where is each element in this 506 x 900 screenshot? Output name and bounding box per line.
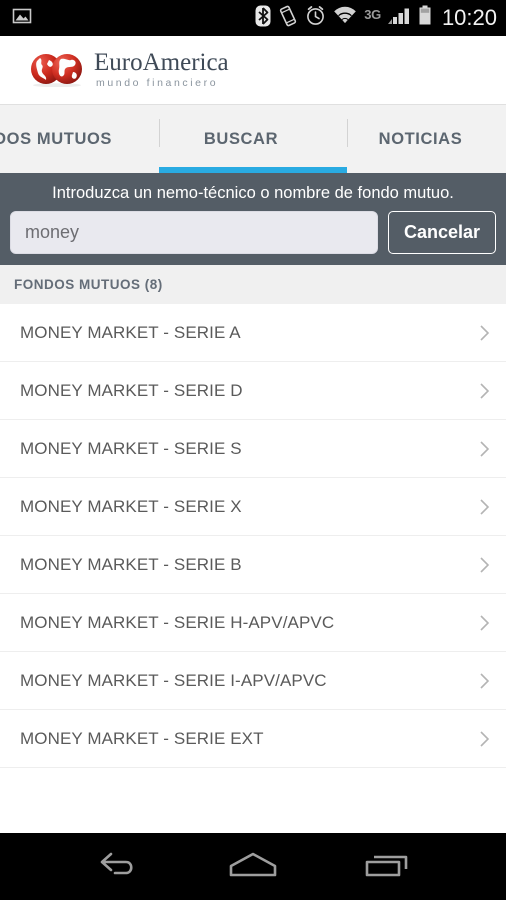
chevron-right-icon (478, 497, 492, 517)
fund-name: MONEY MARKET - SERIE D (20, 380, 243, 400)
fund-name: MONEY MARKET - SERIE EXT (20, 728, 264, 748)
recents-icon (362, 849, 412, 884)
status-bar-left (12, 6, 32, 31)
search-hint-label: Introduzca un nemo-técnico o nombre de f… (52, 184, 454, 202)
active-tab-indicator (159, 167, 347, 173)
fund-name: MONEY MARKET - SERIE H-APV/APVC (20, 612, 335, 632)
chevron-right-icon (478, 323, 492, 343)
chevron-right-icon (478, 671, 492, 691)
list-item[interactable]: MONEY MARKET - SERIE A (0, 304, 506, 363)
fund-results-list: MONEY MARKET - SERIE A MONEY MARKET - SE… (0, 304, 506, 833)
fund-name: MONEY MARKET - SERIE S (20, 438, 242, 458)
list-item[interactable]: MONEY MARKET - SERIE S (0, 420, 506, 479)
home-icon (226, 849, 280, 884)
app-header: EuroAmerica mundo financiero (0, 36, 506, 105)
home-button[interactable] (223, 844, 283, 890)
tab-fondos-mutuos[interactable]: FONDOS MUTUOS (0, 105, 147, 173)
list-item[interactable]: MONEY MARKET - SERIE X (0, 478, 506, 537)
list-item[interactable]: MONEY MARKET - SERIE EXT (0, 710, 506, 769)
tab-bar[interactable]: FONDOS MUTUOS BUSCAR NOTICIAS (0, 105, 506, 173)
list-item[interactable]: MONEY MARKET - SERIE H-APV/APVC (0, 594, 506, 653)
tab-buscar[interactable]: BUSCAR (147, 105, 335, 173)
status-bar-right: 3G 10:20 (255, 5, 497, 32)
search-row: Cancelar (10, 211, 496, 255)
search-input[interactable] (10, 211, 378, 255)
search-bar: Introduzca un nemo-técnico o nombre de f… (0, 173, 506, 266)
brand-logo: EuroAmerica mundo financiero (30, 50, 229, 91)
list-item[interactable]: MONEY MARKET - SERIE I-APV/APVC (0, 652, 506, 711)
image-icon (12, 6, 32, 31)
battery-icon (418, 5, 432, 31)
chevron-right-icon (478, 381, 492, 401)
tab-label: NOTICIAS (378, 129, 463, 148)
results-section-title: FONDOS MUTUOS (8) (14, 277, 163, 293)
cancel-button[interactable]: Cancelar (387, 211, 496, 255)
list-item[interactable]: MONEY MARKET - SERIE D (0, 362, 506, 421)
fund-name: MONEY MARKET - SERIE X (20, 496, 242, 516)
fund-name: MONEY MARKET - SERIE B (20, 554, 242, 574)
vibrate-icon (278, 5, 298, 32)
list-item[interactable]: MONEY MARKET - SERIE B (0, 536, 506, 595)
bluetooth-icon (255, 5, 271, 32)
clock-label: 10:20 (441, 5, 497, 30)
back-button[interactable] (89, 844, 149, 890)
signal-icon (387, 6, 411, 31)
fund-name: MONEY MARKET - SERIE A (20, 322, 241, 342)
tab-divider (159, 119, 160, 147)
status-bar: 3G 10:20 (0, 0, 506, 36)
app-root: 3G 10:20 EuroAmerica mundo financiero DO… (0, 0, 506, 900)
tab-noticias[interactable]: NOTICIAS (335, 105, 506, 173)
alarm-icon (305, 5, 326, 31)
results-section-header: FONDOS MUTUOS (8) (0, 265, 506, 305)
brand-tagline: mundo financiero (96, 76, 219, 89)
brand-name: EuroAmerica (94, 48, 229, 76)
tab-label: FONDOS MUTUOS (0, 129, 112, 148)
chevron-right-icon (478, 439, 492, 459)
recents-button[interactable] (357, 844, 417, 890)
chevron-right-icon (478, 729, 492, 749)
back-icon (95, 849, 143, 884)
tab-divider (347, 119, 348, 147)
android-nav-bar (0, 833, 506, 900)
brand-text: EuroAmerica mundo financiero (94, 50, 229, 91)
chevron-right-icon (478, 555, 492, 575)
tab-label: BUSCAR (203, 129, 279, 148)
fund-name: MONEY MARKET - SERIE I-APV/APVC (20, 670, 327, 690)
euroamerica-globes-logo-icon (30, 53, 85, 88)
network-type-label: 3G (364, 6, 381, 22)
wifi-icon (333, 6, 357, 30)
chevron-right-icon (478, 613, 492, 633)
